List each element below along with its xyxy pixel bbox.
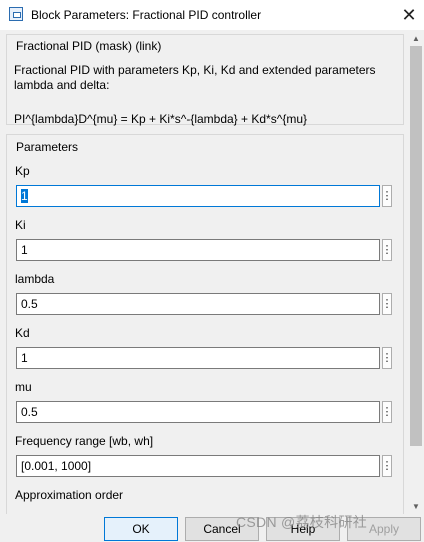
- description-text: Fractional PID with parameters Kp, Ki, K…: [14, 63, 376, 92]
- frequency-range-menu-button[interactable]: ⋮: [382, 455, 393, 477]
- close-button[interactable]: ✕: [394, 0, 424, 30]
- mu-value: 0.5: [21, 405, 38, 419]
- ok-button[interactable]: OK: [104, 517, 178, 541]
- mu-menu-button[interactable]: ⋮: [382, 401, 393, 423]
- kp-label: Kp: [15, 164, 30, 178]
- ki-input[interactable]: 1: [16, 239, 380, 261]
- lambda-menu-button[interactable]: ⋮: [382, 293, 393, 315]
- parameters-group-title: Parameters: [15, 140, 80, 154]
- description-group-title: Fractional PID (mask) (link): [15, 39, 163, 53]
- mu-label: mu: [15, 380, 32, 394]
- dialog-content: Fractional PID (mask) (link) Fractional …: [0, 30, 408, 514]
- description-formula: PI^{lambda}D^{mu} = Kp + Ki*s^-{lambda} …: [14, 112, 308, 126]
- frequency-range-input[interactable]: [0.001, 1000]: [16, 455, 380, 477]
- kp-input[interactable]: 1: [16, 185, 380, 207]
- ki-menu-button[interactable]: ⋮: [382, 239, 393, 261]
- kp-menu-button[interactable]: ⋮: [382, 185, 393, 207]
- lambda-input[interactable]: 0.5: [16, 293, 380, 315]
- kd-menu-button[interactable]: ⋮: [382, 347, 393, 369]
- ki-value: 1: [21, 243, 28, 257]
- kd-label: Kd: [15, 326, 30, 340]
- vertical-scrollbar[interactable]: ▲ ▼: [408, 30, 424, 514]
- title-bar: Block Parameters: Fractional PID control…: [0, 0, 424, 30]
- kp-value: 1: [21, 189, 28, 203]
- frequency-range-value: [0.001, 1000]: [21, 459, 92, 473]
- window-title: Block Parameters: Fractional PID control…: [31, 8, 262, 22]
- scroll-up-arrow-icon[interactable]: ▲: [408, 30, 424, 46]
- mu-input[interactable]: 0.5: [16, 401, 380, 423]
- watermark-text: CSDN @荔枝科研社: [236, 514, 368, 530]
- frequency-range-label: Frequency range [wb, wh]: [15, 434, 154, 448]
- ki-label: Ki: [15, 218, 26, 232]
- simulink-block-icon: [9, 7, 23, 21]
- lambda-value: 0.5: [21, 297, 38, 311]
- kd-input[interactable]: 1: [16, 347, 380, 369]
- kd-value: 1: [21, 351, 28, 365]
- scrollbar-thumb[interactable]: [410, 46, 422, 446]
- description-group: Fractional PID (mask) (link) Fractional …: [6, 34, 404, 126]
- scroll-down-arrow-icon[interactable]: ▼: [408, 498, 424, 514]
- lambda-label: lambda: [15, 272, 55, 286]
- approximation-order-label: Approximation order: [15, 488, 124, 502]
